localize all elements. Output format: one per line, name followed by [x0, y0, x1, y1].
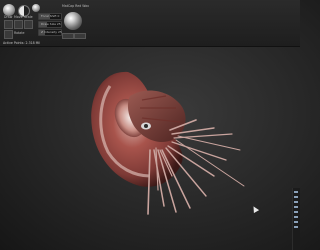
nautilus-model[interactable] [91, 71, 245, 215]
right-scroll-panel[interactable] [292, 188, 300, 250]
viewport-canvas[interactable] [0, 0, 300, 250]
